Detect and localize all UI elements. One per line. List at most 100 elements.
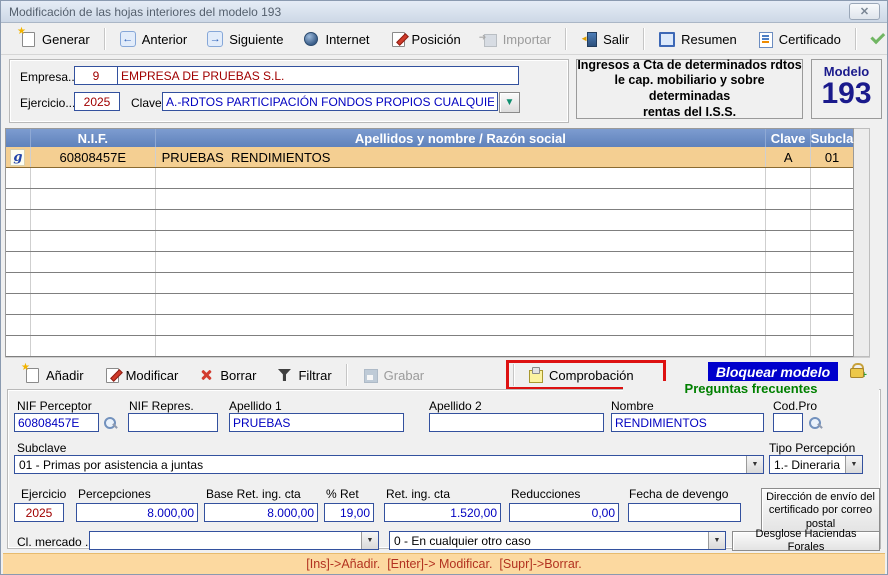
fecha-devengo-field[interactable] <box>628 503 741 522</box>
bloquear-modelo-button[interactable]: Bloquear modelo <box>708 362 838 382</box>
tipo-percepcion-label: Tipo Percepción <box>769 441 855 455</box>
siguiente-button[interactable]: → Siguiente <box>198 27 292 51</box>
modificar-button[interactable]: Modificar <box>95 363 188 387</box>
grid-header-nombre[interactable]: Apellidos y nombre / Razón social <box>156 129 766 147</box>
codpro-field[interactable] <box>773 413 803 432</box>
row-nombre-cell[interactable]: PRUEBAS RENDIMIENTOS <box>156 147 767 167</box>
toolbar-separator <box>855 28 857 50</box>
apellido1-field[interactable] <box>229 413 404 432</box>
new-page-icon <box>20 31 36 47</box>
grid-empty-row[interactable] <box>6 189 853 210</box>
anterior-label: Anterior <box>142 32 188 47</box>
anterior-button[interactable]: ← Anterior <box>111 27 197 51</box>
arrow-right-icon: → <box>207 31 223 47</box>
lock-icon[interactable]: + <box>848 362 864 378</box>
grid-empty-row[interactable] <box>6 273 853 294</box>
row-pointer-cell: g <box>6 147 31 167</box>
row-subclave-cell[interactable]: 01 <box>811 147 853 167</box>
codpro-search-icon[interactable] <box>807 415 823 431</box>
base-ret-field[interactable] <box>204 503 318 522</box>
ejercicio-field[interactable] <box>74 92 120 111</box>
grid-header-nif[interactable]: N.I.F. <box>31 129 156 147</box>
dropdown-arrow-icon[interactable]: ▼ <box>361 532 378 549</box>
ret-ing-cta-field[interactable] <box>384 503 501 522</box>
grid-empty-row[interactable] <box>6 294 853 315</box>
toolbar-separator <box>565 28 567 50</box>
preguntas-frecuentes-link[interactable]: Preguntas frecuentes <box>623 381 879 396</box>
nif-repres-label: NIF Repres. <box>129 399 194 413</box>
nombre-field[interactable] <box>611 413 764 432</box>
app-window: Modificación de las hojas interiores del… <box>0 0 888 575</box>
subclave-combo[interactable]: 01 - Primas por asistencia a juntas ▼ <box>14 455 764 474</box>
nif-repres-field[interactable] <box>128 413 218 432</box>
posicion-label: Posición <box>412 32 461 47</box>
save-icon <box>362 367 378 383</box>
tipo-percepcion-combo[interactable]: 1.- Dineraria ▼ <box>769 455 863 474</box>
resumen-label: Resumen <box>681 32 737 47</box>
dropdown-arrow-icon: ▼ <box>505 97 515 108</box>
close-button[interactable]: ✕ <box>849 3 880 20</box>
nif-perceptor-search-icon[interactable] <box>102 415 118 431</box>
ejercicio-detail-field[interactable] <box>14 503 64 522</box>
apellido2-field[interactable] <box>429 413 604 432</box>
filtrar-button[interactable]: Filtrar <box>267 363 340 387</box>
grid-header-clave[interactable]: Clave <box>766 129 811 147</box>
info-line1: Ingresos a Cta de determinados rdtos <box>577 58 802 74</box>
salir-label: Salir <box>603 32 629 47</box>
certificado-button[interactable]: Certificado <box>748 27 850 51</box>
comprobar-nif-button[interactable]: Comprobar Nif ▼ <box>862 27 888 51</box>
fecha-devengo-label: Fecha de devengo <box>629 487 728 501</box>
grid-empty-row[interactable] <box>6 315 853 336</box>
borrar-button[interactable]: Borrar <box>189 363 265 387</box>
otro-caso-value: 0 - En cualquier otro caso <box>390 534 708 548</box>
reducciones-label: Reducciones <box>511 487 580 501</box>
subclave-value: 01 - Primas por asistencia a juntas <box>15 458 746 472</box>
row-clave-cell[interactable]: A <box>766 147 811 167</box>
dropdown-arrow-icon[interactable]: ▼ <box>708 532 725 549</box>
grid-selected-row[interactable]: g 60808457E PRUEBAS RENDIMIENTOS A 01 <box>6 147 853 168</box>
borrar-label: Borrar <box>220 368 256 383</box>
grid-empty-row[interactable] <box>6 336 853 357</box>
salir-button[interactable]: Salir <box>572 27 638 51</box>
model-description-box: Ingresos a Cta de determinados rdtos le … <box>576 59 803 119</box>
generar-button[interactable]: Generar <box>11 27 99 51</box>
resumen-button[interactable]: Resumen <box>650 27 746 51</box>
nif-perceptor-field[interactable] <box>14 413 99 432</box>
anadir-button[interactable]: Añadir <box>15 363 93 387</box>
grid-empty-row[interactable] <box>6 252 853 273</box>
grid-empty-row[interactable] <box>6 231 853 252</box>
grid-empty-row[interactable] <box>6 210 853 231</box>
company-groupbox: Empresa... Ejercicio... Clave.. ▼ <box>9 59 569 123</box>
import-icon <box>481 31 497 47</box>
desglose-haciendas-button[interactable]: Desglose Haciendas Forales <box>732 531 880 551</box>
grid-scrollbar[interactable] <box>854 128 870 357</box>
empresa-label: Empresa... <box>20 70 78 84</box>
dropdown-arrow-icon[interactable]: ▼ <box>746 456 763 473</box>
percepciones-field[interactable] <box>76 503 198 522</box>
dropdown-arrow-icon[interactable]: ▼ <box>845 456 862 473</box>
empresa-nombre-field[interactable] <box>117 66 519 85</box>
grid-header-pointer <box>6 129 31 147</box>
pct-ret-field[interactable] <box>324 503 374 522</box>
posicion-button[interactable]: Posición <box>381 27 470 51</box>
importar-button: Importar <box>472 27 560 51</box>
subclave-label: Subclave <box>17 441 66 455</box>
empresa-codigo-field[interactable] <box>74 66 118 85</box>
globe-icon <box>303 31 319 47</box>
grid-header-subclave[interactable]: Subcla <box>811 129 853 147</box>
importar-label: Importar <box>503 32 551 47</box>
clave-field[interactable] <box>162 92 498 111</box>
modificar-label: Modificar <box>126 368 179 383</box>
grid-empty-row[interactable] <box>6 168 853 189</box>
row-nif-cell[interactable]: 60808457E <box>31 147 156 167</box>
pct-ret-label: % Ret <box>326 487 359 501</box>
cl-mercado-combo[interactable]: ▼ <box>89 531 379 550</box>
internet-button[interactable]: Internet <box>294 27 378 51</box>
toolbar-separator <box>346 364 348 386</box>
title-bar: Modificación de las hojas interiores del… <box>1 1 887 23</box>
perceptores-grid: N.I.F. Apellidos y nombre / Razón social… <box>5 128 854 358</box>
reducciones-field[interactable] <box>509 503 619 522</box>
siguiente-label: Siguiente <box>229 32 283 47</box>
clave-dropdown-button[interactable]: ▼ <box>499 92 520 113</box>
otro-caso-combo[interactable]: 0 - En cualquier otro caso ▼ <box>389 531 726 550</box>
